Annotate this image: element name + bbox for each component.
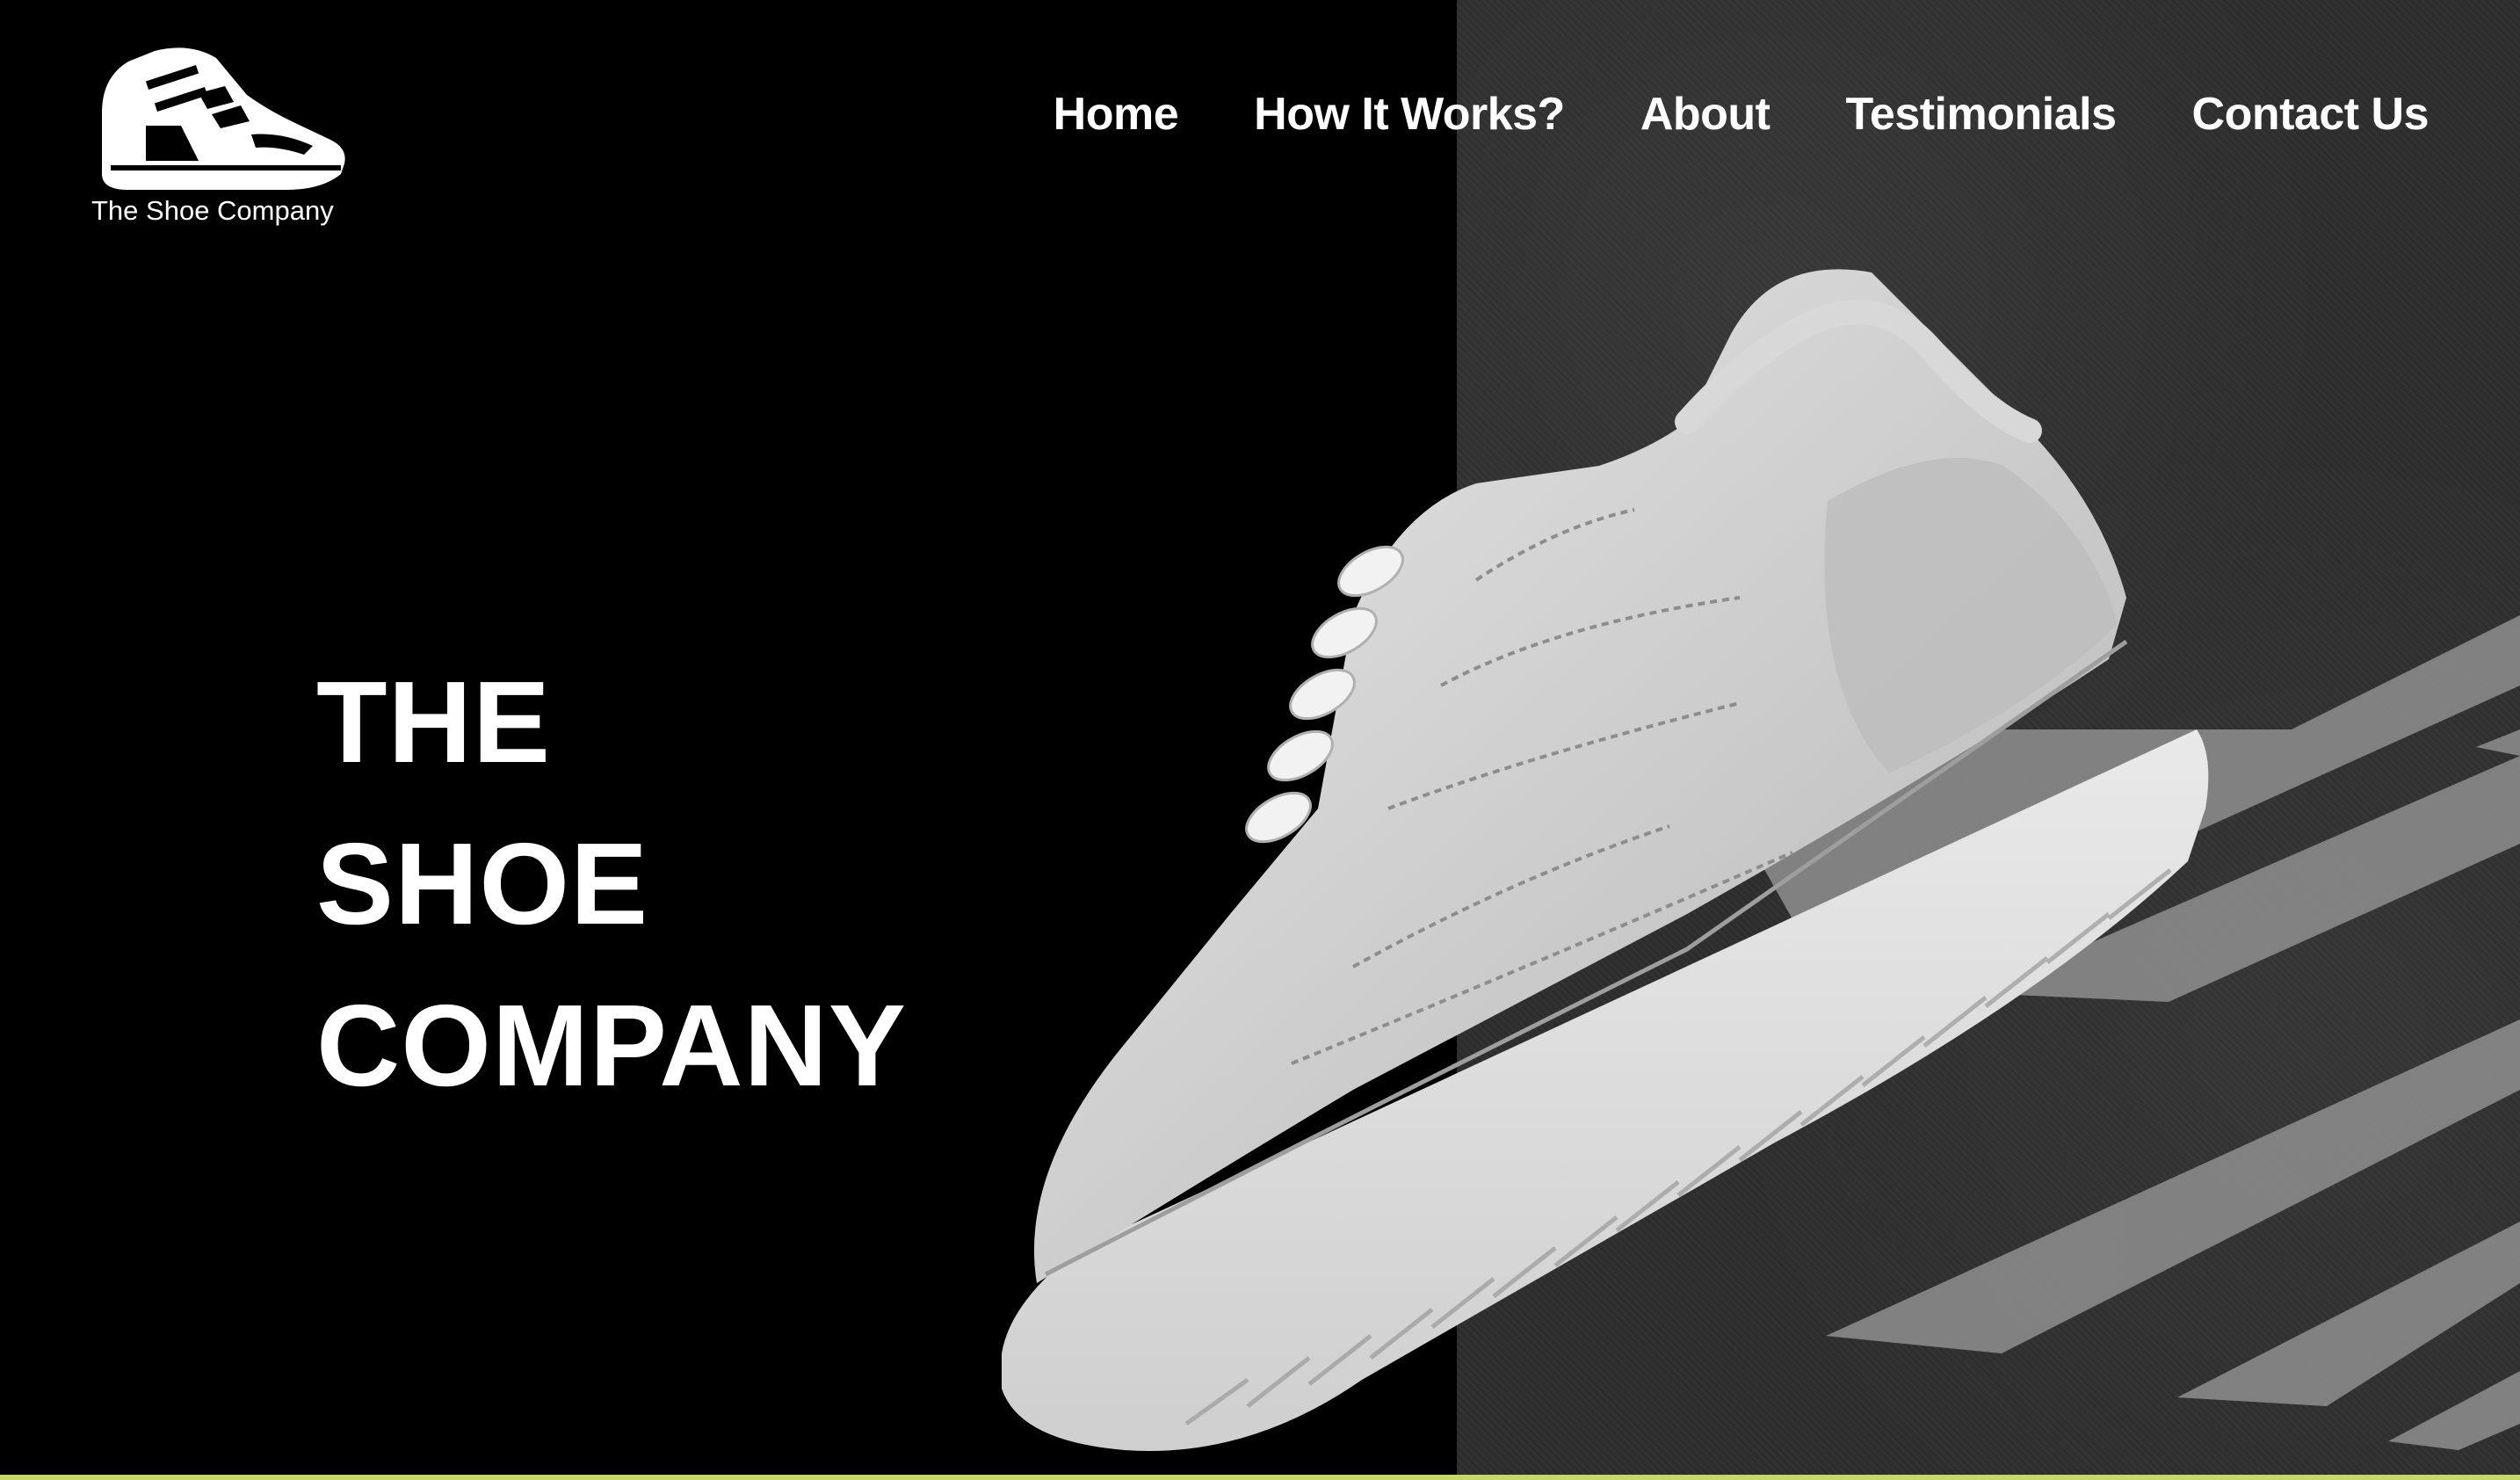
hero-title: THE SHOE COMPANY — [316, 642, 907, 1127]
hero-title-line-1: THE — [316, 657, 551, 787]
brand-name: The Shoe Company — [91, 195, 334, 226]
main-nav: Home How It Works? About Testimonials Co… — [1054, 88, 2429, 141]
nav-how-it-works[interactable]: How It Works? — [1254, 88, 1565, 141]
hero-page: The Shoe Company Home How It Works? Abou… — [0, 0, 2520, 1480]
brand-logo[interactable]: The Shoe Company — [88, 42, 351, 236]
nav-about[interactable]: About — [1640, 88, 1771, 141]
nav-home[interactable]: Home — [1054, 88, 1179, 141]
white-sneaker-image — [1002, 269, 2209, 1451]
hero-title-line-2: SHOE — [316, 819, 649, 948]
hero-title-line-3: COMPANY — [316, 981, 907, 1110]
accent-bottom-line — [0, 1475, 2520, 1480]
sneaker-logo-icon — [102, 47, 345, 190]
nav-testimonials[interactable]: Testimonials — [1846, 88, 2118, 141]
nav-contact-us[interactable]: Contact Us — [2192, 88, 2429, 141]
